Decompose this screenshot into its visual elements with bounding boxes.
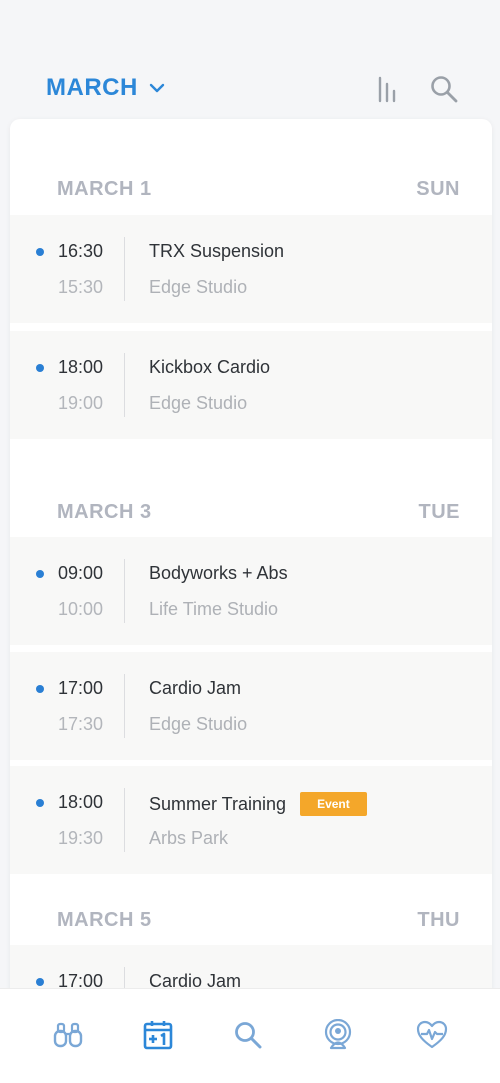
binoculars-icon: [53, 1022, 83, 1048]
tab-live[interactable]: [322, 1018, 354, 1051]
event-start-time: 16:30: [58, 241, 104, 261]
event-location: Life Time Studio: [149, 599, 279, 619]
event-location: Edge Studio: [149, 714, 248, 734]
day-date: MARCH 1: [57, 177, 152, 200]
event-title-text: Kickbox Cardio: [149, 357, 271, 377]
schedule-list[interactable]: MARCH 1 SUN 16:30 15:30 TRX Suspension E…: [10, 119, 492, 1019]
event-item[interactable]: 16:30 15:30 TRX Suspension Edge Studio: [10, 215, 492, 323]
event-dot: [36, 978, 44, 986]
chevron-down-icon: [149, 83, 165, 93]
app-header: MARCH: [0, 0, 500, 120]
heart-rate-icon: [416, 1020, 448, 1049]
event-location: Edge Studio: [149, 393, 248, 413]
day-header: MARCH 3 TUE: [10, 487, 492, 537]
stats-icon[interactable]: [373, 74, 403, 104]
event-end-time: 10:00: [58, 599, 104, 619]
event-divider: [124, 237, 125, 301]
tab-explore[interactable]: [52, 1019, 84, 1051]
day-date: MARCH 5: [57, 908, 152, 931]
event-item[interactable]: 18:00 19:30 Summer Training Event Arbs P…: [10, 766, 492, 874]
event-title: Summer Training Event: [149, 792, 367, 816]
event-title: TRX Suspension: [149, 241, 284, 262]
day-weekday: SUN: [416, 177, 460, 200]
event-divider: [124, 788, 125, 852]
event-item[interactable]: 18:00 19:00 Kickbox Cardio Edge Studio: [10, 331, 492, 439]
tab-search[interactable]: [232, 1019, 264, 1051]
event-title-text: Summer Training: [149, 793, 287, 814]
event-end-time: 19:30: [58, 828, 104, 848]
search-icon: [235, 1022, 262, 1049]
event-location: Edge Studio: [149, 277, 248, 297]
event-item[interactable]: 17:00 17:30 Cardio Jam Edge Studio: [10, 652, 492, 760]
month-label: MARCH: [46, 74, 138, 101]
day-header: MARCH 1 SUN: [10, 164, 492, 214]
event-start-time: 17:00: [58, 678, 104, 698]
tab-health[interactable]: [416, 1019, 448, 1051]
event-start-time: 18:00: [58, 792, 104, 812]
tab-schedule[interactable]: [142, 1019, 174, 1051]
event-dot: [36, 799, 44, 807]
event-divider: [124, 674, 125, 738]
event-start-time: 18:00: [58, 357, 104, 377]
event-divider: [124, 559, 125, 623]
event-item[interactable]: 09:00 10:00 Bodyworks + Abs Life Time St…: [10, 537, 492, 645]
event-title: Kickbox Cardio: [149, 357, 270, 378]
event-title: Cardio Jam: [149, 678, 241, 699]
event-end-time: 15:30: [58, 277, 104, 297]
day-header: MARCH 5 THU: [10, 895, 492, 945]
event-end-time: 17:30: [58, 714, 104, 734]
event-dot: [36, 685, 44, 693]
month-selector[interactable]: MARCH: [46, 74, 166, 102]
event-title: Bodyworks + Abs: [149, 563, 288, 584]
day-weekday: THU: [417, 908, 460, 931]
calendar-plus-one-icon: [143, 1021, 173, 1050]
event-location: Arbs Park: [149, 828, 229, 848]
event-badge: Event: [300, 792, 367, 816]
search-icon[interactable]: [429, 74, 459, 104]
event-dot: [36, 364, 44, 372]
day-weekday: TUE: [418, 500, 460, 523]
event-divider: [124, 353, 125, 417]
day-date: MARCH 3: [57, 500, 152, 523]
bottom-tab-bar: [0, 988, 500, 1083]
event-dot: [36, 570, 44, 578]
broadcast-icon: [324, 1018, 352, 1050]
event-dot: [36, 248, 44, 256]
event-start-time: 09:00: [58, 563, 104, 583]
event-title-text: Bodyworks + Abs: [149, 563, 288, 583]
event-end-time: 19:00: [58, 393, 104, 413]
event-title-text: TRX Suspension: [149, 241, 285, 261]
event-title-text: Cardio Jam: [149, 678, 242, 698]
